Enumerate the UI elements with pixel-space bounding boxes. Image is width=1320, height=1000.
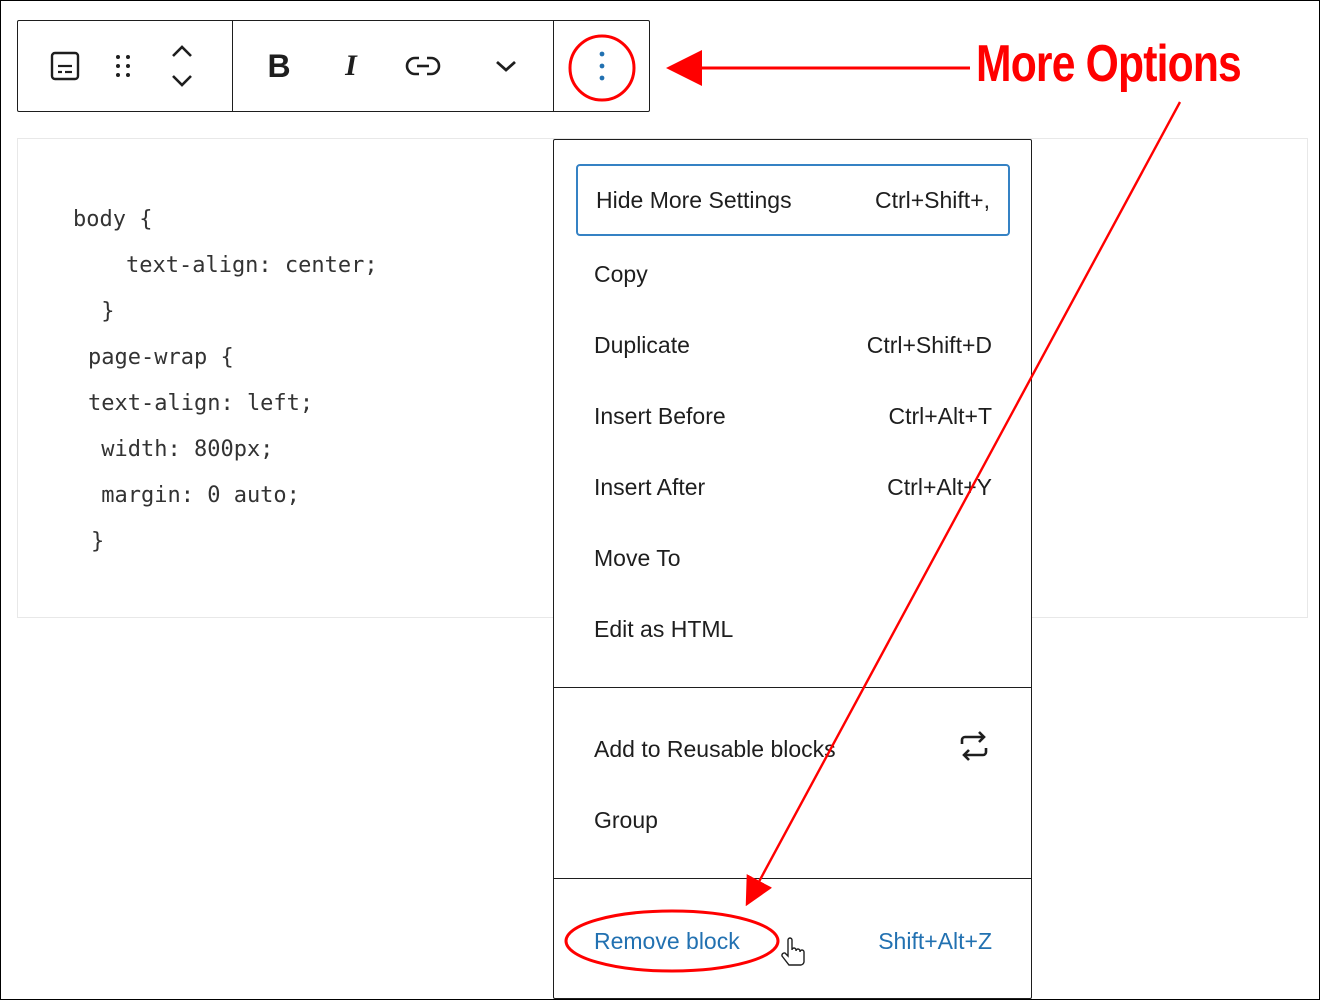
italic-button[interactable]: I: [325, 21, 377, 111]
menu-item-shortcut: Ctrl+Alt+Y: [887, 473, 992, 500]
bold-icon: B: [267, 47, 291, 84]
menu-item-shortcut: Ctrl+Shift+,: [874, 186, 990, 213]
menu-item-label: Edit as HTML: [594, 615, 734, 642]
menu-item-label: Add to Reusable blocks: [594, 735, 836, 762]
menu-item-shortcut: Shift+Alt+Z: [878, 927, 992, 954]
more-options-button[interactable]: [562, 21, 642, 111]
more-options-menu: Hide More Settings Ctrl+Shift+, Copy Dup…: [553, 139, 1032, 999]
menu-divider: [554, 687, 1031, 688]
menu-divider: [554, 878, 1031, 879]
chevron-down-icon: [494, 59, 518, 73]
menu-item-hide-more-settings[interactable]: Hide More Settings Ctrl+Shift+,: [576, 164, 1010, 236]
format-tools-group: B I: [233, 21, 554, 111]
move-up-down-buttons[interactable]: [132, 21, 232, 111]
bold-button[interactable]: B: [233, 21, 325, 111]
code-block-icon: [50, 51, 80, 81]
menu-item-insert-before[interactable]: Insert Before Ctrl+Alt+T: [576, 380, 1010, 452]
link-icon: [405, 54, 441, 78]
code-line: text-align: left;: [88, 391, 314, 416]
menu-item-group[interactable]: Group: [576, 784, 1010, 856]
block-toolbar: B I: [17, 20, 650, 112]
menu-item-label: Move To: [594, 544, 681, 571]
code-line: }: [91, 529, 105, 554]
code-line: margin: 0 auto;: [88, 483, 300, 508]
reusable-block-icon: [956, 728, 992, 770]
menu-item-label: Insert Before: [594, 402, 726, 429]
code-line: page-wrap {: [88, 345, 234, 370]
menu-item-insert-after[interactable]: Insert After Ctrl+Alt+Y: [576, 451, 1010, 523]
code-line: width: 800px;: [88, 437, 274, 462]
block-type-button[interactable]: [18, 21, 113, 111]
drag-handle-icon: [114, 53, 132, 79]
menu-item-shortcut: Ctrl+Alt+T: [888, 402, 992, 429]
more-rich-text-button[interactable]: [469, 21, 543, 111]
options-group: [554, 21, 649, 111]
menu-item-shortcut: Ctrl+Shift+D: [866, 331, 992, 358]
menu-item-label: Copy: [594, 260, 648, 287]
code-line: text-align: center;: [73, 253, 378, 278]
vertical-ellipsis-icon: [597, 49, 607, 83]
link-button[interactable]: [377, 21, 469, 111]
chevron-up-down-icon: [169, 42, 195, 90]
menu-item-label: Hide More Settings: [596, 186, 792, 213]
code-line: }: [88, 299, 115, 324]
menu-item-remove-block[interactable]: Remove block Shift+Alt+Z: [576, 905, 1010, 977]
menu-item-move-to[interactable]: Move To: [576, 522, 1010, 594]
menu-item-label: Remove block: [594, 927, 740, 954]
menu-item-copy[interactable]: Copy: [576, 238, 1010, 310]
menu-item-add-to-reusable-blocks[interactable]: Add to Reusable blocks: [576, 713, 1010, 785]
menu-item-label: Duplicate: [594, 331, 690, 358]
italic-icon: I: [345, 49, 357, 82]
block-tools-group: [18, 21, 233, 111]
menu-item-edit-as-html[interactable]: Edit as HTML: [576, 593, 1010, 665]
menu-item-label: Group: [594, 806, 658, 833]
menu-item-label: Insert After: [594, 473, 706, 500]
more-options-annotation-label: More Options: [976, 35, 1242, 93]
drag-handle-button[interactable]: [113, 21, 133, 111]
code-line: body {: [73, 207, 153, 232]
menu-item-duplicate[interactable]: Duplicate Ctrl+Shift+D: [576, 309, 1010, 381]
